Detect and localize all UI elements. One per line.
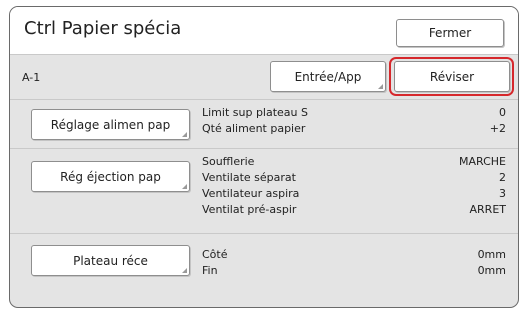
title-bar: Ctrl Papier spécia Fermer <box>10 7 518 55</box>
setting-label: Ventilateur aspira <box>202 187 300 200</box>
revise-button[interactable]: Réviser <box>394 61 510 92</box>
setting-row: Ventilateur aspira 3 <box>202 187 506 202</box>
setting-row: Côté 0mm <box>202 248 506 263</box>
revise-button-label: Réviser <box>429 69 475 84</box>
page-title: Ctrl Papier spécia <box>24 18 182 39</box>
entry-app-button-label: Entrée/App <box>294 69 362 84</box>
corner-indicator-icon <box>182 132 187 137</box>
close-button-label: Fermer <box>428 26 472 40</box>
setting-row: Soufflerie MARCHE <box>202 155 506 170</box>
corner-indicator-icon <box>378 84 383 89</box>
setting-value: 2 <box>499 171 506 184</box>
setting-label: Ventilate séparat <box>202 171 296 184</box>
setting-label: Ventilat pré-aspir <box>202 203 297 216</box>
setting-row: Limit sup plateau S 0 <box>202 106 506 121</box>
setting-row: Fin 0mm <box>202 264 506 279</box>
close-button[interactable]: Fermer <box>396 19 504 47</box>
paper-feed-adjust-button[interactable]: Réglage alimen pap <box>31 109 190 140</box>
paper-control-panel: Ctrl Papier spécia Fermer A-1 Entrée/App… <box>9 6 519 308</box>
current-mode-label: A-1 <box>22 71 41 84</box>
setting-value: 0mm <box>477 264 506 277</box>
setting-label: Qté aliment papier <box>202 122 306 135</box>
paper-ejection-adjust-button[interactable]: Rég éjection pap <box>31 161 190 192</box>
receiving-tray-button-label: Plateau réce <box>73 253 148 268</box>
paper-ejection-adjust-button-label: Rég éjection pap <box>60 169 161 184</box>
paper-feed-row: Réglage alimen pap Limit sup plateau S 0… <box>10 100 518 149</box>
paper-feed-adjust-button-label: Réglage alimen pap <box>50 117 171 132</box>
paper-ejection-row: Rég éjection pap Soufflerie MARCHE Venti… <box>10 149 518 234</box>
setting-label: Limit sup plateau S <box>202 106 308 119</box>
entry-app-button[interactable]: Entrée/App <box>270 61 386 92</box>
receiving-tray-row: Plateau réce Côté 0mm Fin 0mm <box>10 234 518 288</box>
setting-value: ARRET <box>469 203 506 216</box>
setting-label: Fin <box>202 264 218 277</box>
setting-label: Côté <box>202 248 228 261</box>
setting-row: Qté aliment papier +2 <box>202 122 506 137</box>
setting-value: MARCHE <box>458 155 506 168</box>
setting-value: 3 <box>499 187 506 200</box>
mode-bar: A-1 Entrée/App Réviser <box>10 54 518 100</box>
corner-indicator-icon <box>182 268 187 273</box>
setting-value: +2 <box>489 122 506 135</box>
setting-label: Soufflerie <box>202 155 255 168</box>
setting-value: 0 <box>499 106 506 119</box>
setting-value: 0mm <box>477 248 506 261</box>
corner-indicator-icon <box>182 184 187 189</box>
setting-row: Ventilat pré-aspir ARRET <box>202 203 506 218</box>
setting-row: Ventilate séparat 2 <box>202 171 506 186</box>
receiving-tray-button[interactable]: Plateau réce <box>31 245 190 276</box>
